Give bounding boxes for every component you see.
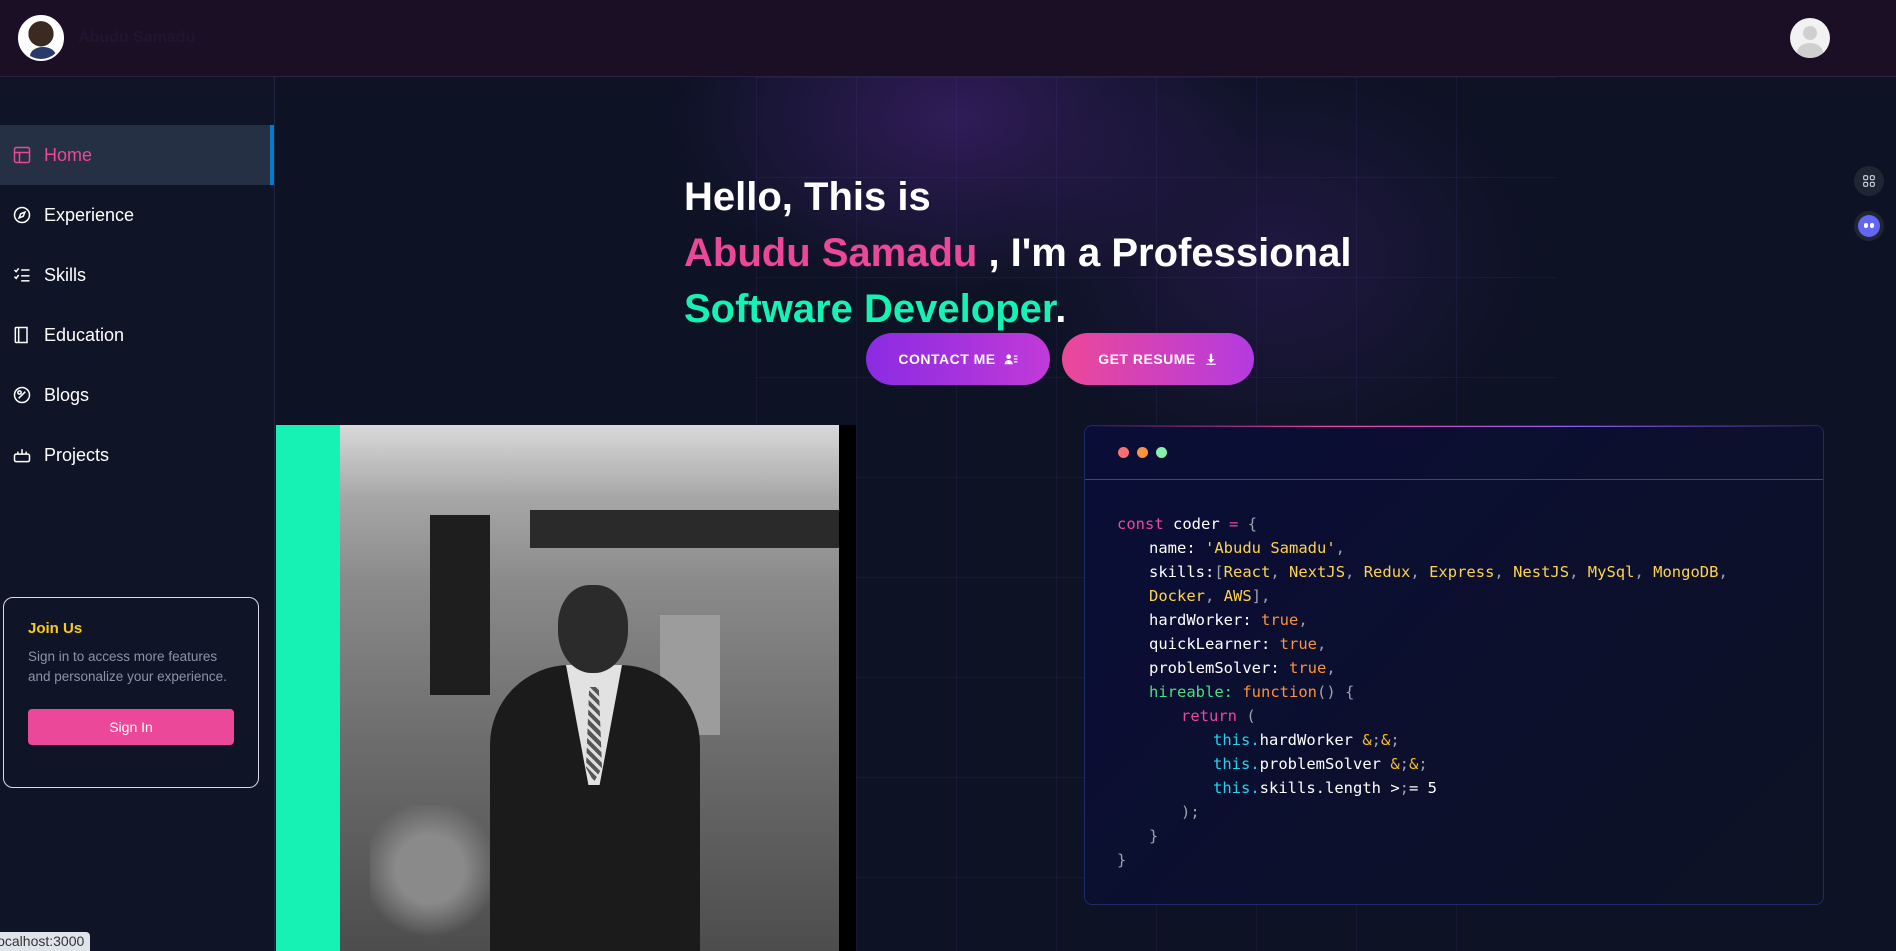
code-line: ); <box>1181 803 1200 821</box>
sidebar-item-label: Experience <box>44 204 135 225</box>
code-block: const coder = { name: 'Abudu Samadu', sk… <box>1085 480 1823 904</box>
join-us-title: Join Us <box>28 620 83 637</box>
top-bar: Abudu Samadu <box>0 0 1896 77</box>
main-content: Hello, This is Abudu Samadu , I'm a Prof… <box>276 77 1896 951</box>
sidebar-item-education[interactable]: Education <box>0 305 274 365</box>
code-line: } <box>1117 851 1127 869</box>
contact-me-label: CONTACT ME <box>898 351 996 367</box>
sidebar-item-skills[interactable]: Skills <box>0 245 274 305</box>
sidebar-nav: Home Experience Skills Education Blogs P… <box>0 125 274 485</box>
sidebar: Home Experience Skills Education Blogs P… <box>0 77 275 951</box>
photo-shadow-bar <box>839 425 856 951</box>
apps-grid-icon <box>1863 175 1875 187</box>
code-window-header <box>1085 426 1823 480</box>
get-resume-label: GET RESUME <box>1098 351 1196 367</box>
sidebar-item-label: Skills <box>44 264 87 285</box>
compass-icon <box>12 205 32 225</box>
green-dot-icon <box>1156 447 1167 458</box>
red-dot-icon <box>1118 447 1129 458</box>
layout-icon <box>12 145 32 165</box>
book-icon <box>12 325 32 345</box>
chatbot-icon <box>1858 215 1880 237</box>
code-line: this.hardWorker &;&; <box>1213 731 1400 749</box>
sidebar-item-label: Blogs <box>44 384 90 405</box>
join-us-text: Sign in to access more features and pers… <box>28 649 227 684</box>
code-line: quickLearner: true, <box>1149 635 1327 653</box>
photo-accent-bar <box>276 425 340 951</box>
orange-dot-icon <box>1137 447 1148 458</box>
sidebar-item-projects[interactable]: Projects <box>0 425 274 485</box>
status-bar-url: localhost:3000 <box>0 932 91 951</box>
user-contact-icon <box>1004 354 1018 365</box>
sidebar-item-label: Projects <box>44 444 110 465</box>
hero-role: Software Developer <box>684 287 1056 331</box>
code-line: this.problemSolver &;&; <box>1213 755 1428 773</box>
sidebar-item-blogs[interactable]: Blogs <box>0 365 274 425</box>
blog-icon <box>12 385 32 405</box>
projects-icon <box>12 445 32 465</box>
hero-heading: Hello, This is Abudu Samadu , I'm a Prof… <box>684 169 1351 337</box>
code-line: const coder = { <box>1117 515 1258 533</box>
code-line: hardWorker: true, <box>1149 611 1308 629</box>
code-line: } <box>1149 827 1159 845</box>
sidebar-item-home[interactable]: Home <box>0 125 274 185</box>
sidebar-item-label: Home <box>44 144 93 165</box>
join-us-card: Join Us Sign in to access more features … <box>3 597 259 788</box>
contact-me-button[interactable]: CONTACT ME <box>866 333 1050 385</box>
brand-name[interactable]: Abudu Samadu <box>78 29 195 47</box>
code-line: Docker, AWS], <box>1149 587 1271 605</box>
download-icon <box>1206 353 1216 365</box>
apps-grid-button[interactable] <box>1854 166 1884 196</box>
chatbot-button[interactable] <box>1854 211 1884 241</box>
code-line: skills:[React, NextJS, Redux, Express, N… <box>1149 563 1728 581</box>
sign-in-button[interactable]: Sign In <box>28 709 234 745</box>
code-line: problemSolver: true, <box>1149 659 1336 677</box>
hero-line-1: Hello, This is <box>684 175 931 219</box>
user-avatar-icon[interactable] <box>1790 18 1830 58</box>
brand-avatar <box>18 15 64 61</box>
profile-photo-frame <box>276 425 856 951</box>
hero-period: . <box>1055 287 1067 331</box>
code-line: hireable: function() { <box>1149 683 1355 701</box>
code-window: const coder = { name: 'Abudu Samadu', sk… <box>1084 425 1824 905</box>
hero-line-2: Abudu Samadu , I'm a Professional <box>684 225 1351 281</box>
list-check-icon <box>12 265 32 285</box>
profile-photo <box>340 425 839 951</box>
hero-name: Abudu Samadu <box>684 231 978 275</box>
code-line: this.skills.length >;= 5 <box>1213 779 1437 797</box>
sidebar-item-label: Education <box>44 324 125 345</box>
get-resume-button[interactable]: GET RESUME <box>1062 333 1254 385</box>
hero-line-2-rest: , I'm a Professional <box>977 231 1352 275</box>
hero-line-3: Software Developer. <box>684 281 1351 337</box>
brand[interactable]: Abudu Samadu <box>18 15 195 61</box>
sidebar-item-experience[interactable]: Experience <box>0 185 274 245</box>
code-line: return ( <box>1181 707 1256 725</box>
hero-buttons: CONTACT ME GET RESUME <box>866 333 1254 385</box>
code-line: name: 'Abudu Samadu', <box>1149 539 1345 557</box>
